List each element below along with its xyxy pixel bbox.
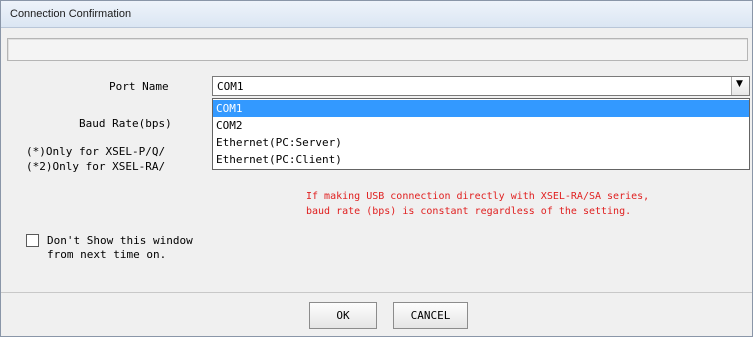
dont-show-label-line1: Don't Show this window — [47, 234, 193, 247]
note-xsel-pq: (*)Only for XSEL-P/Q/ — [26, 145, 166, 158]
button-bar-divider — [1, 292, 752, 293]
usb-note-line1: If making USB connection directly with X… — [306, 191, 650, 202]
dropdown-button[interactable]: ▼ — [731, 77, 749, 95]
connection-confirmation-dialog: Connection Confirmation Port Name COM1 ▼… — [0, 0, 753, 337]
window-title: Connection Confirmation — [10, 8, 132, 20]
port-dropdown-list[interactable]: COM1 COM2 Ethernet(PC:Server) Ethernet(P… — [212, 98, 750, 170]
port-name-label: Port Name — [109, 80, 169, 93]
chevron-down-icon: ▼ — [736, 79, 743, 89]
cancel-button[interactable]: CANCEL — [393, 302, 468, 329]
port-option-ethernet-server[interactable]: Ethernet(PC:Server) — [213, 134, 749, 151]
dont-show-checkbox[interactable] — [26, 234, 39, 247]
usb-note-line2: baud rate (bps) is constant regardless o… — [306, 206, 632, 217]
status-field — [7, 38, 748, 61]
port-name-value: COM1 — [217, 80, 244, 93]
title-bar: Connection Confirmation — [1, 1, 752, 28]
dont-show-label-line2: from next time on. — [47, 248, 167, 261]
ok-button[interactable]: OK — [309, 302, 377, 329]
port-option-com1[interactable]: COM1 — [213, 100, 749, 117]
baud-rate-label: Baud Rate(bps) — [79, 117, 172, 130]
port-option-ethernet-client[interactable]: Ethernet(PC:Client) — [213, 151, 749, 168]
port-name-combobox[interactable]: COM1 ▼ — [212, 76, 750, 96]
port-option-com2[interactable]: COM2 — [213, 117, 749, 134]
note-xsel-ra: (*2)Only for XSEL-RA/ — [26, 160, 166, 173]
